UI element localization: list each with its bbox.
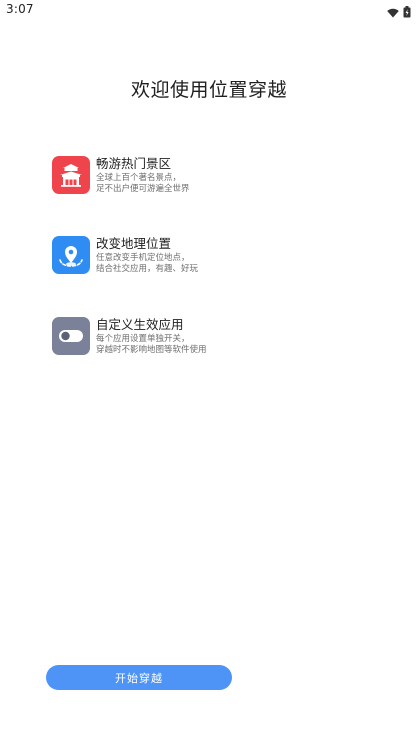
start-button[interactable]: 开始穿越	[46, 665, 232, 690]
wifi-icon	[387, 3, 399, 22]
feature-title: 改变地理位置	[96, 236, 172, 251]
feature-text: 自定义生效应用 每个应用设置单独开关， 穿越时不影响地图等软件使用	[96, 317, 207, 356]
feature-change-location: 改变地理位置 任意改变手机定位地点， 结合社交应用，有趣、好玩	[52, 236, 382, 280]
pagoda-icon	[52, 156, 90, 194]
feature-desc-line1: 全球上百个著名景点，	[96, 173, 182, 183]
feature-desc-line2: 结合社交应用，有趣、好玩	[96, 264, 199, 274]
feature-desc-line2: 穿越时不影响地图等软件使用	[96, 345, 207, 355]
status-time: 3:07	[6, 2, 34, 16]
feature-text: 改变地理位置 任意改变手机定位地点， 结合社交应用，有趣、好玩	[96, 236, 198, 275]
map-pin-icon	[52, 236, 90, 274]
feature-scenic-spots: 畅游热门景区 全球上百个著名景点， 足不出户便可游遍全世界	[52, 156, 382, 200]
feature-desc-line1: 任意改变手机定位地点，	[96, 253, 190, 263]
battery-icon	[403, 3, 411, 22]
toggle-icon	[52, 317, 90, 355]
feature-text: 畅游热门景区 全球上百个著名景点， 足不出户便可游遍全世界	[96, 156, 190, 195]
welcome-screen: 3:07 欢迎使用位置穿越 畅游热门景区 全球上百个著名景点， 足不出户便可游遍…	[0, 0, 418, 744]
feature-title: 自定义生效应用	[96, 317, 184, 332]
feature-title: 畅游热门景区	[96, 156, 172, 171]
welcome-title: 欢迎使用位置穿越	[130, 79, 287, 101]
feature-custom-apps: 自定义生效应用 每个应用设置单独开关， 穿越时不影响地图等软件使用	[52, 317, 382, 361]
feature-desc-line1: 每个应用设置单独开关，	[96, 334, 190, 344]
feature-desc-line2: 足不出户便可游遍全世界	[96, 184, 190, 194]
status-bar: 3:07	[0, 0, 418, 20]
status-icons	[387, 3, 411, 22]
